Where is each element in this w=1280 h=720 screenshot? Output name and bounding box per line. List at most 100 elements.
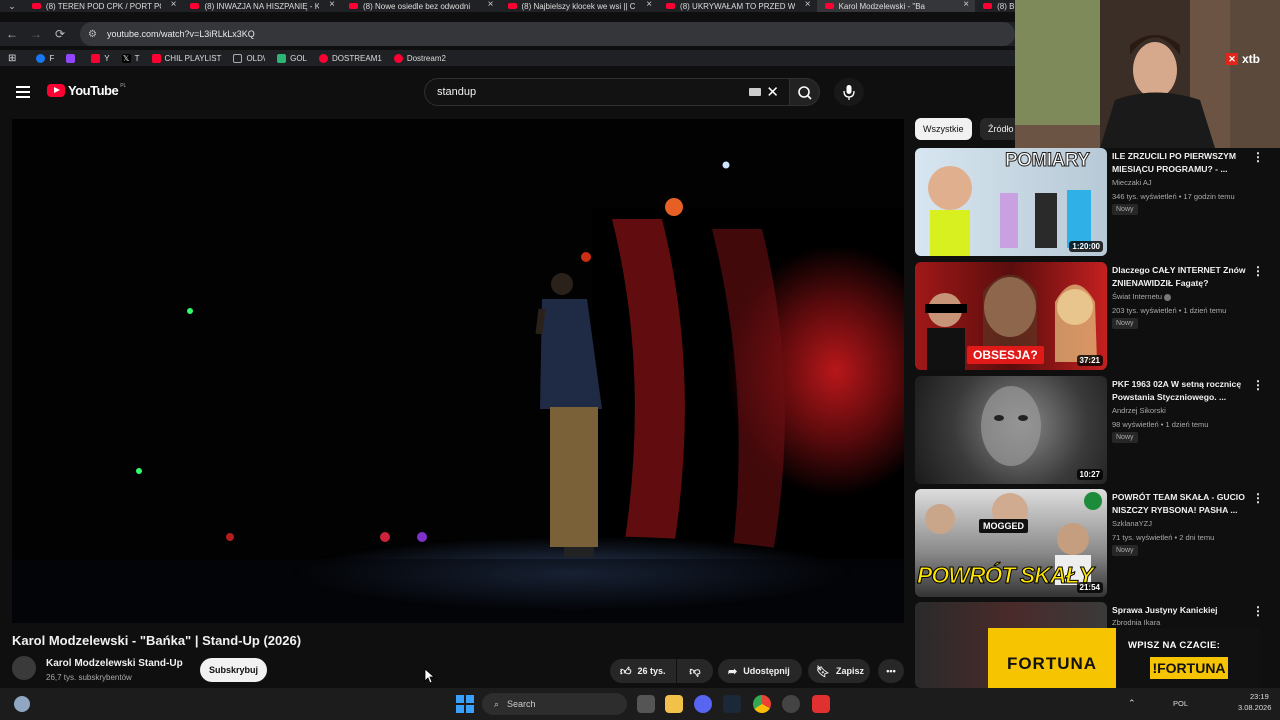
- youtube-favicon-icon: [824, 3, 834, 9]
- file-explorer-icon[interactable]: [665, 695, 683, 713]
- video-thumbnail[interactable]: MOGGED POWRÓT SKAŁY 21:54: [915, 489, 1107, 597]
- bookmark-folder[interactable]: OLD\: [233, 53, 265, 63]
- recommendation-item[interactable]: MOGGED POWRÓT SKAŁY 21:54 POWRÓT TEAM SK…: [915, 489, 1280, 597]
- browser-tab[interactable]: (8) TEREN POD CPK / PORT PO ×: [24, 0, 183, 12]
- steam-icon[interactable]: [723, 695, 741, 713]
- bookmark-item[interactable]: [66, 53, 79, 63]
- bookmark-item[interactable]: GOL: [277, 53, 307, 63]
- more-vertical-icon[interactable]: ⋮: [1252, 491, 1264, 505]
- close-tab-icon[interactable]: ×: [488, 0, 494, 10]
- tray-chevron-icon[interactable]: ⌃: [1128, 698, 1136, 709]
- bookmark-item[interactable]: F: [36, 53, 54, 63]
- rec-channel[interactable]: Mieczaki AJ: [1112, 178, 1152, 187]
- rec-title[interactable]: PKF 1963 02A W setną rocznicę Powstania …: [1112, 378, 1247, 404]
- clock-time[interactable]: 23:19: [1250, 692, 1269, 701]
- recommendation-item[interactable]: POMIARY 1:20:00 ILE ZRZUCILI PO PIERWSZY…: [915, 148, 1280, 256]
- rec-channel[interactable]: Andrzej Sikorski: [1112, 406, 1166, 415]
- tab-search-icon[interactable]: ⌄: [0, 1, 24, 12]
- video-thumbnail[interactable]: POMIARY 1:20:00: [915, 148, 1107, 256]
- more-actions-button[interactable]: •••: [878, 659, 904, 683]
- rec-title[interactable]: Dlaczego CAŁY INTERNET Znów ZNIENAWIDZIŁ…: [1112, 264, 1247, 290]
- reload-icon[interactable]: ⟳: [48, 27, 72, 41]
- rec-channel[interactable]: Zbrodnia Ikara: [1112, 618, 1160, 627]
- youtube-favicon-icon: [666, 3, 676, 9]
- bookmark-item[interactable]: 𝕏T: [121, 53, 140, 63]
- forward-icon[interactable]: →: [24, 27, 48, 41]
- browser-tab[interactable]: (8) B: [975, 0, 1015, 12]
- close-tab-icon[interactable]: ×: [646, 0, 652, 10]
- video-frame: [12, 119, 904, 623]
- xtb-mark-icon: ✕: [1226, 53, 1238, 65]
- clock-date[interactable]: 3.08.2026: [1238, 703, 1271, 712]
- browser-tab[interactable]: (8) Najbielszy klocek we wsi || C ×: [500, 0, 659, 12]
- browser-tab[interactable]: (8) Nowe osiedle bez odwodni ×: [341, 0, 500, 12]
- more-vertical-icon[interactable]: ⋮: [1252, 378, 1264, 392]
- rec-channel[interactable]: SzklanaYZJ: [1112, 519, 1152, 528]
- thumbnail-caption: POWRÓT SKAŁY: [917, 562, 1095, 589]
- bookmark-item[interactable]: CHIL PLAYLIST: [151, 53, 221, 63]
- browser-tab[interactable]: (8) UKRYWAŁAM TO PRZED W ×: [658, 0, 817, 12]
- apps-icon[interactable]: ⊞: [8, 53, 16, 64]
- browser-tab[interactable]: (8) INWAZJA NA HISZPANIĘ - K ×: [182, 0, 341, 12]
- x-icon: 𝕏: [121, 53, 131, 63]
- recommendation-item[interactable]: 10:27 PKF 1963 02A W setną rocznicę Pows…: [915, 376, 1280, 484]
- search-icon: [798, 86, 812, 100]
- thumbnail-art: [981, 386, 1041, 466]
- windows-start-icon[interactable]: [456, 695, 474, 713]
- channel-name[interactable]: Karol Modzelewski Stand-Up: [46, 658, 183, 669]
- dislike-button[interactable]: 👎︎: [677, 659, 713, 683]
- rec-title[interactable]: POWRÓT TEAM SKAŁA - GUCIO NISZCZY RYBSON…: [1112, 491, 1247, 517]
- widgets-icon[interactable]: [14, 696, 30, 712]
- recommendation-item[interactable]: OBSESJA? 37:21 Dlaczego CAŁY INTERNET Zn…: [915, 262, 1280, 370]
- bookmark-item[interactable]: Dostream2: [393, 53, 446, 63]
- back-icon[interactable]: ←: [0, 27, 24, 41]
- thumbnail-caption: POMIARY: [1004, 150, 1090, 172]
- close-tab-icon[interactable]: ×: [329, 0, 335, 10]
- menu-icon[interactable]: [16, 86, 30, 98]
- bookmark-item[interactable]: Y: [91, 53, 110, 63]
- chip-all[interactable]: Wszystkie: [915, 118, 972, 140]
- save-button[interactable]: 🔖︎ Zapisz: [808, 659, 870, 683]
- close-tab-icon[interactable]: ×: [805, 0, 811, 10]
- channel-avatar[interactable]: [12, 656, 36, 680]
- video-title: Karol Modzelewski - "Bańka" | Stand-Up (…: [12, 633, 302, 648]
- bookmarks-bar: ⊞ F Y 𝕏T CHIL PLAYLIST OLD\ GOL DOSTREAM…: [0, 50, 1015, 66]
- dostream-icon: [319, 53, 329, 63]
- video-player[interactable]: [12, 119, 904, 623]
- rec-channel[interactable]: Świat Internetu: [1112, 292, 1172, 301]
- youtube-logo[interactable]: YouTube PL: [47, 83, 126, 98]
- verified-icon: [1164, 293, 1172, 301]
- discord-icon[interactable]: [694, 695, 712, 713]
- more-vertical-icon[interactable]: ⋮: [1252, 604, 1264, 618]
- clear-search-icon[interactable]: ✕: [766, 83, 779, 101]
- app-icon[interactable]: [812, 695, 830, 713]
- task-view-icon[interactable]: [637, 695, 655, 713]
- search-button[interactable]: [790, 78, 820, 106]
- search-input[interactable]: standup ✕: [424, 78, 790, 106]
- more-vertical-icon[interactable]: ⋮: [1252, 150, 1264, 164]
- close-tab-icon[interactable]: ×: [963, 0, 969, 10]
- subscribe-button[interactable]: Subskrybuj: [200, 658, 267, 682]
- youtube-favicon-icon: [348, 3, 358, 9]
- keyboard-icon[interactable]: [749, 88, 761, 96]
- bookmark-item[interactable]: DOSTREAM1: [319, 53, 382, 63]
- like-button[interactable]: 👍︎ 26 tys.: [610, 659, 676, 683]
- rec-title[interactable]: ILE ZRZUCILI PO PIERWSZYM MIESIĄCU PROGR…: [1112, 150, 1247, 176]
- language-indicator[interactable]: POL: [1173, 699, 1188, 708]
- url-bar[interactable]: ⚙ youtube.com/watch?v=L3iRLkLx3KQ: [80, 22, 1015, 46]
- youtube-favicon-icon: [190, 3, 200, 9]
- more-vertical-icon[interactable]: ⋮: [1252, 264, 1264, 278]
- video-thumbnail[interactable]: 10:27: [915, 376, 1107, 484]
- youtube-header: YouTube PL standup ✕: [0, 74, 1015, 110]
- rec-title[interactable]: Sprawa Justyny Kanickiej: [1112, 604, 1247, 617]
- site-info-icon[interactable]: ⚙: [88, 29, 97, 40]
- share-button[interactable]: ➦ Udostępnij: [718, 659, 802, 683]
- chrome-icon[interactable]: [753, 695, 771, 713]
- video-thumbnail[interactable]: OBSESJA? 37:21: [915, 262, 1107, 370]
- taskbar-search[interactable]: ⌕ Search: [482, 693, 627, 715]
- streamer-webcam: [1015, 0, 1280, 148]
- voice-search-button[interactable]: [834, 78, 864, 106]
- settings-icon[interactable]: [782, 695, 800, 713]
- browser-tab-active[interactable]: Karol Modzelewski - "Ba ×: [816, 0, 976, 12]
- close-tab-icon[interactable]: ×: [171, 0, 177, 10]
